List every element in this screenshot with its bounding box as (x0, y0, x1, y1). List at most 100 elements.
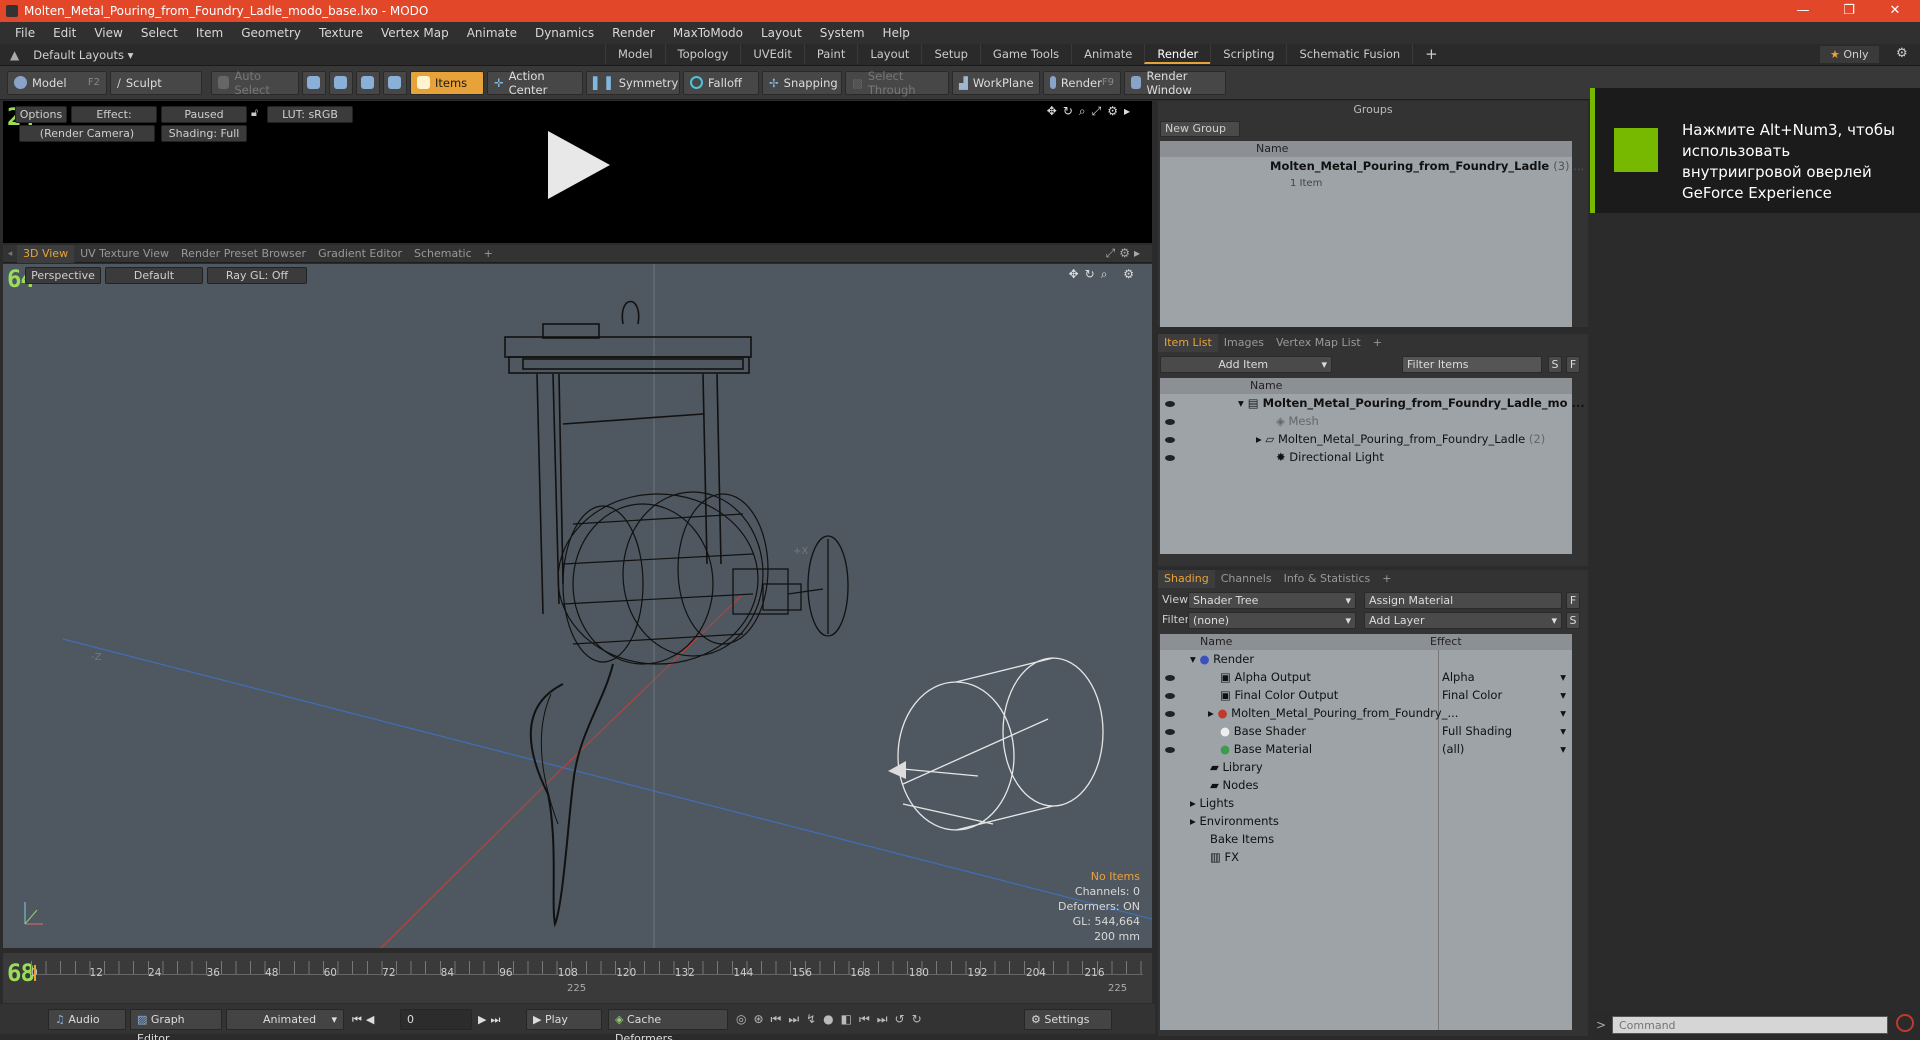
menu-file[interactable]: File (15, 26, 35, 40)
tab-paint[interactable]: Paint (803, 44, 857, 64)
3d-viewport[interactable]: 64 Perspective Default Ray GL: Off ✥↻⌕ ⚙… (3, 264, 1152, 948)
menu-vertex-map[interactable]: Vertex Map (381, 26, 449, 40)
tab-item-list[interactable]: Item List (1158, 334, 1218, 352)
menu-edit[interactable]: Edit (53, 26, 76, 40)
menu-help[interactable]: Help (883, 26, 910, 40)
tab-topology[interactable]: Topology (664, 44, 741, 64)
settings-gear-icon[interactable]: ⚙ (1896, 46, 1908, 61)
tab-vertex-map-list[interactable]: Vertex Map List (1270, 334, 1367, 352)
tab-3d-view[interactable]: 3D View (17, 244, 75, 263)
visibility-eye-icon[interactable] (1165, 729, 1175, 735)
lock-icon[interactable]: 🔓︎ (251, 106, 258, 120)
assign-material-button[interactable]: Assign Material (1364, 592, 1562, 609)
tab-layout[interactable]: Layout (857, 44, 921, 64)
tab-shading[interactable]: Shading (1158, 570, 1215, 588)
render-effect-dropdown[interactable]: Effect: (Shadi... (71, 106, 157, 136)
tab-scripting[interactable]: Scripting (1210, 44, 1286, 64)
tab-render[interactable]: Render (1144, 44, 1211, 64)
visibility-eye-icon[interactable] (1165, 747, 1175, 753)
render-camera-dropdown[interactable]: (Render Camera) (19, 125, 155, 142)
viewport-expand-gear-icons[interactable]: ⤢⚙▸ (1106, 246, 1144, 261)
command-input[interactable] (1612, 1016, 1888, 1034)
add-layer-dropdown[interactable]: Add Layer ▾ (1364, 612, 1562, 629)
visibility-eye-icon[interactable] (1165, 455, 1175, 461)
tab-game-tools[interactable]: Game Tools (979, 44, 1071, 64)
falloff-button[interactable]: Falloff (683, 70, 759, 95)
tab-channels[interactable]: Channels (1215, 570, 1278, 588)
polygons-mode-button[interactable] (356, 70, 380, 95)
menu-render[interactable]: Render (612, 26, 655, 40)
add-layout-tab-button[interactable]: + (1412, 44, 1450, 64)
menu-geometry[interactable]: Geometry (241, 26, 301, 40)
visibility-eye-icon[interactable] (1165, 693, 1175, 699)
shader-row-library[interactable]: ▰ Library (1160, 758, 1572, 776)
vertices-mode-button[interactable] (302, 70, 326, 95)
filter-items-input[interactable]: Filter Items (1402, 356, 1542, 373)
menu-dynamics[interactable]: Dynamics (535, 26, 594, 40)
close-button[interactable]: ✕ (1872, 0, 1918, 22)
group-row[interactable]: Molten_Metal_Pouring_from_Foundry_Ladle … (1160, 157, 1584, 175)
play-button[interactable]: ▶ Play (526, 1009, 602, 1030)
item-row-scene[interactable]: ▾ ▤ Molten_Metal_Pouring_from_Foundry_La… (1160, 394, 1585, 412)
render-options-button[interactable]: Options (15, 106, 67, 123)
maximize-button[interactable]: ❐ (1826, 0, 1872, 22)
layouts-icon[interactable]: ▲ (10, 48, 19, 62)
add-panel-tab-button[interactable]: + (1367, 334, 1388, 352)
menu-animate[interactable]: Animate (467, 26, 517, 40)
filter-dropdown[interactable]: (none) ▾ (1188, 612, 1356, 629)
shader-row-alpha-output[interactable]: ▣ Alpha Output Alpha ▾ (1160, 668, 1572, 686)
shader-row-bake-items[interactable]: Bake Items (1160, 830, 1572, 848)
shader-row-base-shader[interactable]: ● Base Shader Full Shading ▾ (1160, 722, 1572, 740)
tab-setup[interactable]: Setup (921, 44, 979, 64)
tab-info-statistics[interactable]: Info & Statistics (1278, 570, 1377, 588)
timeline[interactable]: 68 0122436486072849610812013214415616818… (3, 953, 1152, 1003)
visibility-eye-icon[interactable] (1165, 675, 1175, 681)
render-button[interactable]: Render F9 (1043, 70, 1121, 95)
menu-texture[interactable]: Texture (319, 26, 363, 40)
action-center-button[interactable]: ✛ Action Center (487, 69, 583, 97)
shading-s-button[interactable]: S (1566, 612, 1580, 629)
menu-maxtomodo[interactable]: MaxToModo (673, 26, 743, 40)
edges-mode-button[interactable] (329, 70, 353, 95)
filter-f-button[interactable]: F (1566, 356, 1580, 373)
animated-dropdown[interactable]: Animated ▾ (226, 1009, 344, 1030)
minimize-button[interactable]: — (1780, 0, 1826, 22)
raygl-toggle[interactable]: Ray GL: Off (207, 267, 307, 284)
viewport-nav-icons[interactable]: ✥↻⌕ ⚙ (1069, 267, 1140, 282)
render-paused-toggle[interactable]: Paused (161, 106, 247, 123)
visibility-eye-icon[interactable] (1165, 401, 1175, 407)
menu-layout[interactable]: Layout (761, 26, 802, 40)
audio-button[interactable]: ♫ Audio (48, 1009, 126, 1030)
tab-model[interactable]: Model (605, 44, 665, 64)
graph-editor-button[interactable]: ▨ Graph Editor (130, 1009, 222, 1040)
symmetry-button[interactable]: ▌▐ Symmetry (586, 70, 680, 95)
visibility-eye-icon[interactable] (1165, 437, 1175, 443)
materials-mode-button[interactable] (383, 70, 407, 95)
shader-row-material-group[interactable]: ▸ ● Molten_Metal_Pouring_from_Foundry_..… (1160, 704, 1572, 722)
tab-images[interactable]: Images (1218, 334, 1270, 352)
add-item-dropdown[interactable]: Add Item ▾ (1160, 356, 1332, 373)
render-shading-dropdown[interactable]: Shading: Full (161, 125, 247, 142)
snapping-button[interactable]: ✢ Snapping (762, 70, 842, 95)
current-frame-field[interactable]: 0 (400, 1009, 472, 1030)
next-key-frame-buttons[interactable]: ▶⏭ (478, 1013, 504, 1027)
auto-select-button[interactable]: Auto Select (211, 69, 299, 97)
record-macro-icon[interactable] (1896, 1014, 1914, 1032)
default-style-dropdown[interactable]: Default (105, 267, 203, 284)
select-through-button[interactable]: ▧ Select Through (845, 69, 949, 97)
new-group-button[interactable]: New Group (1160, 121, 1240, 137)
filter-s-button[interactable]: S (1548, 356, 1562, 373)
tab-schematic-fusion[interactable]: Schematic Fusion (1286, 44, 1412, 64)
shader-row-nodes[interactable]: ▰ Nodes (1160, 776, 1572, 794)
menu-view[interactable]: View (94, 26, 122, 40)
items-mode-button[interactable]: Items (410, 70, 484, 95)
workplane-button[interactable]: ▟ WorkPlane (952, 70, 1040, 95)
key-tools-icons[interactable]: ◎⊛⏮⏭↯●◧⏮⏭↺↻ (736, 1012, 929, 1027)
menu-item[interactable]: Item (196, 26, 223, 40)
perspective-dropdown[interactable]: Perspective (25, 267, 101, 284)
tab-schematic[interactable]: Schematic (408, 245, 478, 263)
item-row-ladle[interactable]: ▸ ▱ Molten_Metal_Pouring_from_Foundry_La… (1160, 430, 1572, 448)
model-mode-button[interactable]: Model F2 (7, 70, 107, 95)
tab-gradient-editor[interactable]: Gradient Editor (312, 245, 408, 263)
lut-dropdown[interactable]: LUT: sRGB (267, 106, 353, 123)
